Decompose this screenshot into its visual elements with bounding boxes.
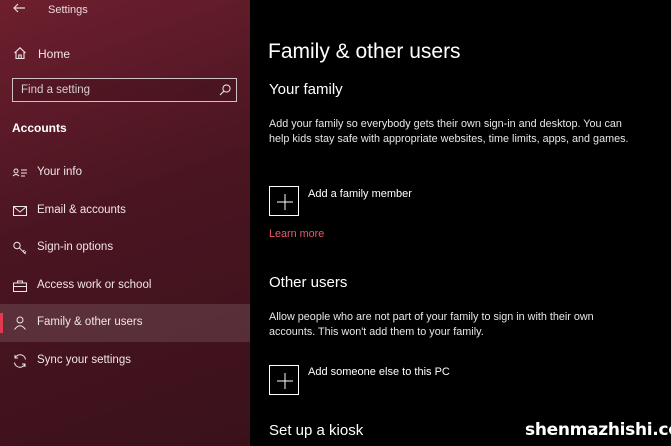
back-button[interactable] — [10, 1, 28, 19]
home-icon — [14, 47, 26, 60]
sidebar-item-label: Family & other users — [37, 316, 143, 328]
nav-home-label: Home — [38, 47, 71, 61]
title-bar: Settings — [0, 0, 250, 22]
sidebar: Settings Home Find a setting Accounts Yo… — [0, 0, 250, 446]
sidebar-item-access-work[interactable]: Access work or school — [0, 267, 250, 305]
add-family-member-button[interactable] — [269, 186, 299, 216]
sidebar-item-label: Sign-in options — [37, 241, 114, 253]
search-placeholder: Find a setting — [21, 84, 91, 96]
heading-set-up-kiosk: Set up a kiosk — [269, 422, 364, 439]
content-pane — [250, 0, 671, 446]
key-icon — [13, 241, 27, 255]
add-family-member-label[interactable]: Add a family member — [308, 188, 412, 200]
sidebar-item-email-accounts[interactable]: Email & accounts — [0, 192, 250, 230]
section-label-accounts: Accounts — [12, 121, 67, 135]
add-someone-else-label[interactable]: Add someone else to this PC — [308, 366, 450, 378]
sidebar-item-your-info[interactable]: Your info — [0, 154, 250, 192]
search-input[interactable]: Find a setting — [12, 78, 237, 102]
add-someone-else-button[interactable] — [269, 365, 299, 395]
plus-icon — [277, 373, 293, 389]
back-arrow-icon — [13, 3, 25, 13]
other-users-description: Allow people who are not part of your fa… — [269, 311, 594, 338]
sidebar-item-family-other-users[interactable]: Family & other users — [0, 304, 250, 342]
page-title: Family & other users — [268, 40, 461, 63]
contact-card-icon — [12, 168, 27, 177]
heading-your-family: Your family — [269, 81, 343, 98]
heading-other-users: Other users — [269, 274, 348, 291]
learn-more-link[interactable]: Learn more — [269, 228, 324, 240]
search-icon — [219, 84, 231, 96]
plus-icon — [277, 194, 293, 210]
sidebar-item-label: Access work or school — [37, 279, 152, 291]
sidebar-item-sign-in-options[interactable]: Sign-in options — [0, 229, 250, 267]
sidebar-item-label: Your info — [37, 166, 82, 178]
watermark: shenmazhishi.com — [525, 420, 671, 440]
app-title: Settings — [48, 4, 88, 16]
sidebar-item-sync-settings[interactable]: Sync your settings — [0, 342, 250, 380]
mail-icon — [13, 206, 27, 216]
your-family-description: Add your family so everybody gets their … — [269, 118, 629, 145]
briefcase-icon — [13, 280, 27, 292]
sync-icon — [14, 354, 26, 368]
selection-indicator — [0, 313, 3, 333]
person-icon — [14, 316, 26, 330]
nav-home[interactable]: Home — [0, 40, 250, 68]
sidebar-item-label: Email & accounts — [37, 204, 126, 216]
sidebar-item-label: Sync your settings — [37, 354, 131, 366]
